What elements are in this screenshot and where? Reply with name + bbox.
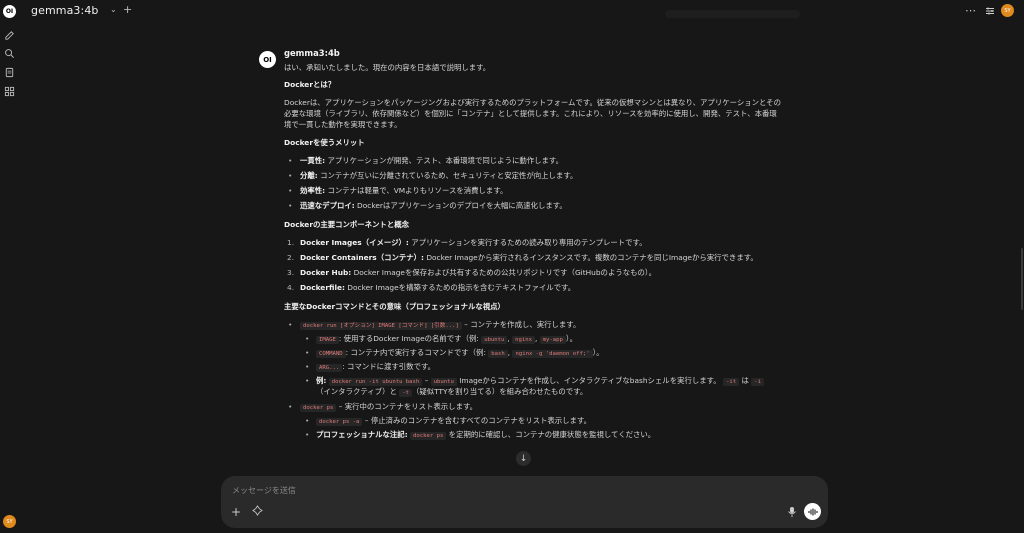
assistant-message: gemma3:4b はい、承知いたしました。現在の内容を日本語で説明します。 D… xyxy=(284,48,784,448)
controls-icon[interactable] xyxy=(985,6,995,16)
list-item: 一貫性: アプリケーションが開発、テスト、本番環境で同じように動作します。 xyxy=(288,155,784,166)
message-input[interactable]: メッセージを送信 xyxy=(232,485,296,496)
list-item: COMMAND: コンテナ内で実行するコマンドです（例: bash, nginx… xyxy=(305,347,784,358)
code-inline: docker ps xyxy=(300,404,337,412)
notes-icon[interactable] xyxy=(4,67,15,78)
new-chat-icon[interactable] xyxy=(4,30,15,41)
list-item: 効率性: コンテナは軽量で、VMよりもリソースを消費します。 xyxy=(288,185,784,196)
list-item: docker run [オプション] IMAGE [コマンド] [引数...] … xyxy=(288,319,784,397)
top-bar: gemma3:4b ⌄ + ⋯ SY xyxy=(20,0,1024,22)
components-list: 1. Docker Images（イメージ）: アプリケーションを実行するための読… xyxy=(284,237,784,293)
search-icon[interactable] xyxy=(4,48,15,59)
list-item: 4. Dockerfile: Docker Imageを構築するための指示を含むテ… xyxy=(287,283,576,292)
user-avatar[interactable]: SY xyxy=(3,515,16,528)
model-selector[interactable]: gemma3:4b xyxy=(31,4,99,17)
waveform-icon xyxy=(808,508,817,515)
list-item: 1. Docker Images（イメージ）: アプリケーションを実行するための読… xyxy=(287,238,647,247)
workspace-icon[interactable] xyxy=(4,86,15,97)
list-item: 分離: コンテナが互いに分離されているため、セキュリティと安定性が向上します。 xyxy=(288,170,784,181)
code-inline: docker run [オプション] IMAGE [コマンド] [引数...] xyxy=(300,322,462,330)
left-rail: OI SY xyxy=(0,0,20,533)
scrollbar[interactable] xyxy=(1021,248,1023,310)
more-options-icon[interactable]: ⋯ xyxy=(965,4,976,17)
voice-mode-button[interactable] xyxy=(804,503,821,520)
assistant-avatar: OI xyxy=(259,51,276,68)
chevron-down-icon[interactable]: ⌄ xyxy=(110,5,117,14)
add-attachment-icon[interactable]: + xyxy=(231,505,241,519)
list-item: IMAGE: 使用するDocker Imageの名前です（例: ubuntu, … xyxy=(305,333,784,344)
heading-components: Dockerの主要コンポーネントと概念 xyxy=(284,220,410,229)
intro-text: はい、承知いたしました。現在の内容を日本語で説明します。 xyxy=(284,63,491,72)
sender-name: gemma3:4b xyxy=(284,48,340,58)
list-item: 例: docker run -it ubuntu bash – ubuntu I… xyxy=(305,375,784,397)
top-user-avatar[interactable]: SY xyxy=(1001,4,1014,17)
message-composer: メッセージを送信 + xyxy=(221,476,828,528)
add-model-icon[interactable]: + xyxy=(123,3,132,16)
heading-commands: 主要なDockerコマンドとその意味（プロフェッショナルな視点） xyxy=(284,302,505,311)
merits-list: 一貫性: アプリケーションが開発、テスト、本番環境で同じように動作します。 分離… xyxy=(284,155,784,211)
list-item: docker ps – 実行中のコンテナをリスト表示します。 docker ps… xyxy=(288,401,784,440)
microphone-icon[interactable] xyxy=(787,506,797,518)
tools-icon[interactable] xyxy=(252,505,263,516)
list-item: 迅速なデプロイ: Dockerはアプリケーションのデプロイを大幅に高速化します。 xyxy=(288,200,784,211)
heading-what-is: Dockerとは？ xyxy=(284,80,336,89)
app-logo[interactable]: OI xyxy=(3,5,16,18)
scroll-down-button[interactable]: ↓ xyxy=(516,451,531,466)
faded-header-text xyxy=(665,10,800,18)
list-item: 2. Docker Containers（コンテナ）: Docker Imageか… xyxy=(287,253,758,262)
commands-list: docker run [オプション] IMAGE [コマンド] [引数...] … xyxy=(284,319,784,440)
what-is-body: Dockerは、アプリケーションをパッケージングおよび実行するためのプラットフォ… xyxy=(284,98,781,129)
list-item: プロフェッショナルな注記: docker ps を定期的に確認し、コンテナの健康… xyxy=(305,429,784,440)
heading-merits: Dockerを使うメリット xyxy=(284,138,365,147)
list-item: docker ps -a – 停止済みのコンテナを含むすべてのコンテナをリスト表… xyxy=(305,415,784,426)
list-item: 3. Docker Hub: Docker Imageを保存および共有するための公… xyxy=(287,268,656,277)
list-item: ARG...: コマンドに渡す引数です。 xyxy=(305,361,784,372)
